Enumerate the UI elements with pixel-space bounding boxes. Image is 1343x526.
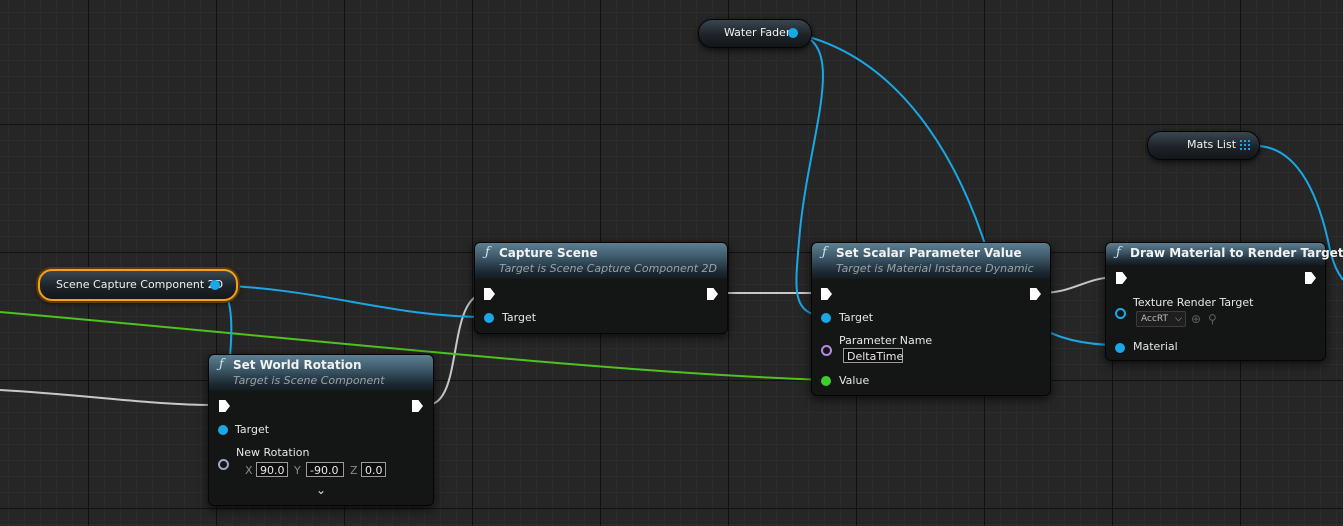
texture-render-target-value: AccRT (1141, 314, 1168, 324)
texture-render-target-pin[interactable] (1115, 308, 1126, 319)
function-icon: ƒ (485, 245, 490, 260)
capture-scene-subtitle: Target is Scene Capture Component 2D (499, 262, 718, 275)
parameter-name-pin[interactable] (821, 345, 832, 356)
texture-render-target-label: Texture Render Target (1133, 296, 1254, 309)
mats-list-variable-node[interactable]: Mats List (1147, 131, 1260, 160)
function-icon: ƒ (219, 357, 224, 372)
rotation-x-field[interactable]: 90.0 (256, 462, 288, 477)
value-pin[interactable] (821, 376, 831, 386)
set-world-rotation-target-label: Target (235, 423, 270, 436)
mats-list-variable-label: Mats List (1187, 138, 1237, 151)
dropdown-arrow-icon: ⌵ (1175, 314, 1182, 324)
capture-scene-target-label: Target (502, 311, 537, 324)
scene-capture-variable-node[interactable]: Scene Capture Component 2D (38, 269, 238, 301)
set-scalar-exec-in-pin[interactable] (821, 288, 832, 300)
set-world-rotation-header[interactable]: ƒ Set World Rotation Target is Scene Com… (209, 355, 433, 391)
water-fader-variable-node[interactable]: Water Fader (698, 19, 812, 48)
capture-scene-node[interactable]: ƒ Capture Scene Target is Scene Capture … (474, 242, 728, 334)
texture-render-target-dropdown[interactable]: AccRT ⌵ (1136, 311, 1186, 327)
value-label: Value (839, 374, 870, 387)
rotation-y-label: Y (294, 464, 301, 477)
rotation-y-field[interactable]: -90.0 (306, 462, 344, 477)
draw-material-exec-out-pin[interactable] (1305, 272, 1316, 284)
set-scalar-parameter-header[interactable]: ƒ Set Scalar Parameter Value Target is M… (812, 243, 1050, 279)
capture-scene-header[interactable]: ƒ Capture Scene Target is Scene Capture … (475, 243, 727, 279)
expand-chevron-down-icon[interactable]: ⌄ (316, 483, 326, 497)
capture-scene-title: Capture Scene (499, 246, 598, 260)
capture-scene-target-pin[interactable] (484, 313, 494, 323)
function-icon: ƒ (1116, 245, 1121, 260)
function-icon: ƒ (822, 245, 827, 260)
set-world-rotation-subtitle: Target is Scene Component (233, 374, 385, 387)
set-world-rotation-exec-in-pin[interactable] (219, 400, 230, 412)
rotation-x-label: X (245, 464, 253, 477)
material-label: Material (1133, 340, 1178, 353)
set-scalar-exec-out-pin[interactable] (1030, 288, 1041, 300)
array-grid-icon[interactable] (1240, 140, 1250, 150)
water-fader-variable-label: Water Fader (724, 26, 791, 39)
set-scalar-target-pin[interactable] (821, 313, 831, 323)
draw-material-title: Draw Material to Render Target (1130, 246, 1343, 260)
scene-capture-output-pin[interactable] (210, 280, 220, 290)
capture-scene-exec-in-pin[interactable] (484, 288, 495, 300)
set-scalar-parameter-title: Set Scalar Parameter Value (836, 246, 1022, 260)
capture-scene-exec-out-pin[interactable] (707, 288, 718, 300)
rotation-z-field[interactable]: 0.0 (361, 462, 386, 477)
set-world-rotation-target-pin[interactable] (218, 425, 228, 435)
use-asset-icon[interactable]: ⊕ (1191, 313, 1201, 325)
parameter-name-label: Parameter Name (839, 334, 933, 347)
draw-material-header[interactable]: ƒ Draw Material to Render Target (1106, 243, 1343, 265)
set-scalar-parameter-node[interactable]: ƒ Set Scalar Parameter Value Target is M… (811, 242, 1051, 396)
parameter-name-field[interactable]: DeltaTime (843, 348, 903, 363)
exec-wire-in (0, 389, 215, 406)
rotation-z-label: Z (350, 464, 358, 477)
water-fader-output-pin[interactable] (788, 28, 798, 38)
set-scalar-parameter-subtitle: Target is Material Instance Dynamic (836, 262, 1034, 275)
set-world-rotation-node[interactable]: ƒ Set World Rotation Target is Scene Com… (208, 354, 434, 506)
new-rotation-pin[interactable] (218, 459, 229, 470)
draw-material-node[interactable]: ƒ Draw Material to Render Target Texture… (1105, 242, 1343, 361)
draw-material-exec-in-pin[interactable] (1116, 272, 1127, 284)
material-pin[interactable] (1115, 343, 1125, 353)
object-wire-scene-capture-to-capture (214, 284, 489, 318)
set-world-rotation-title: Set World Rotation (233, 358, 362, 372)
scene-capture-variable-label: Scene Capture Component 2D (56, 278, 224, 291)
new-rotation-label: New Rotation (236, 446, 310, 459)
browse-asset-icon[interactable]: ⚲ (1208, 313, 1217, 325)
set-scalar-target-label: Target (839, 311, 874, 324)
set-world-rotation-exec-out-pin[interactable] (412, 400, 423, 412)
